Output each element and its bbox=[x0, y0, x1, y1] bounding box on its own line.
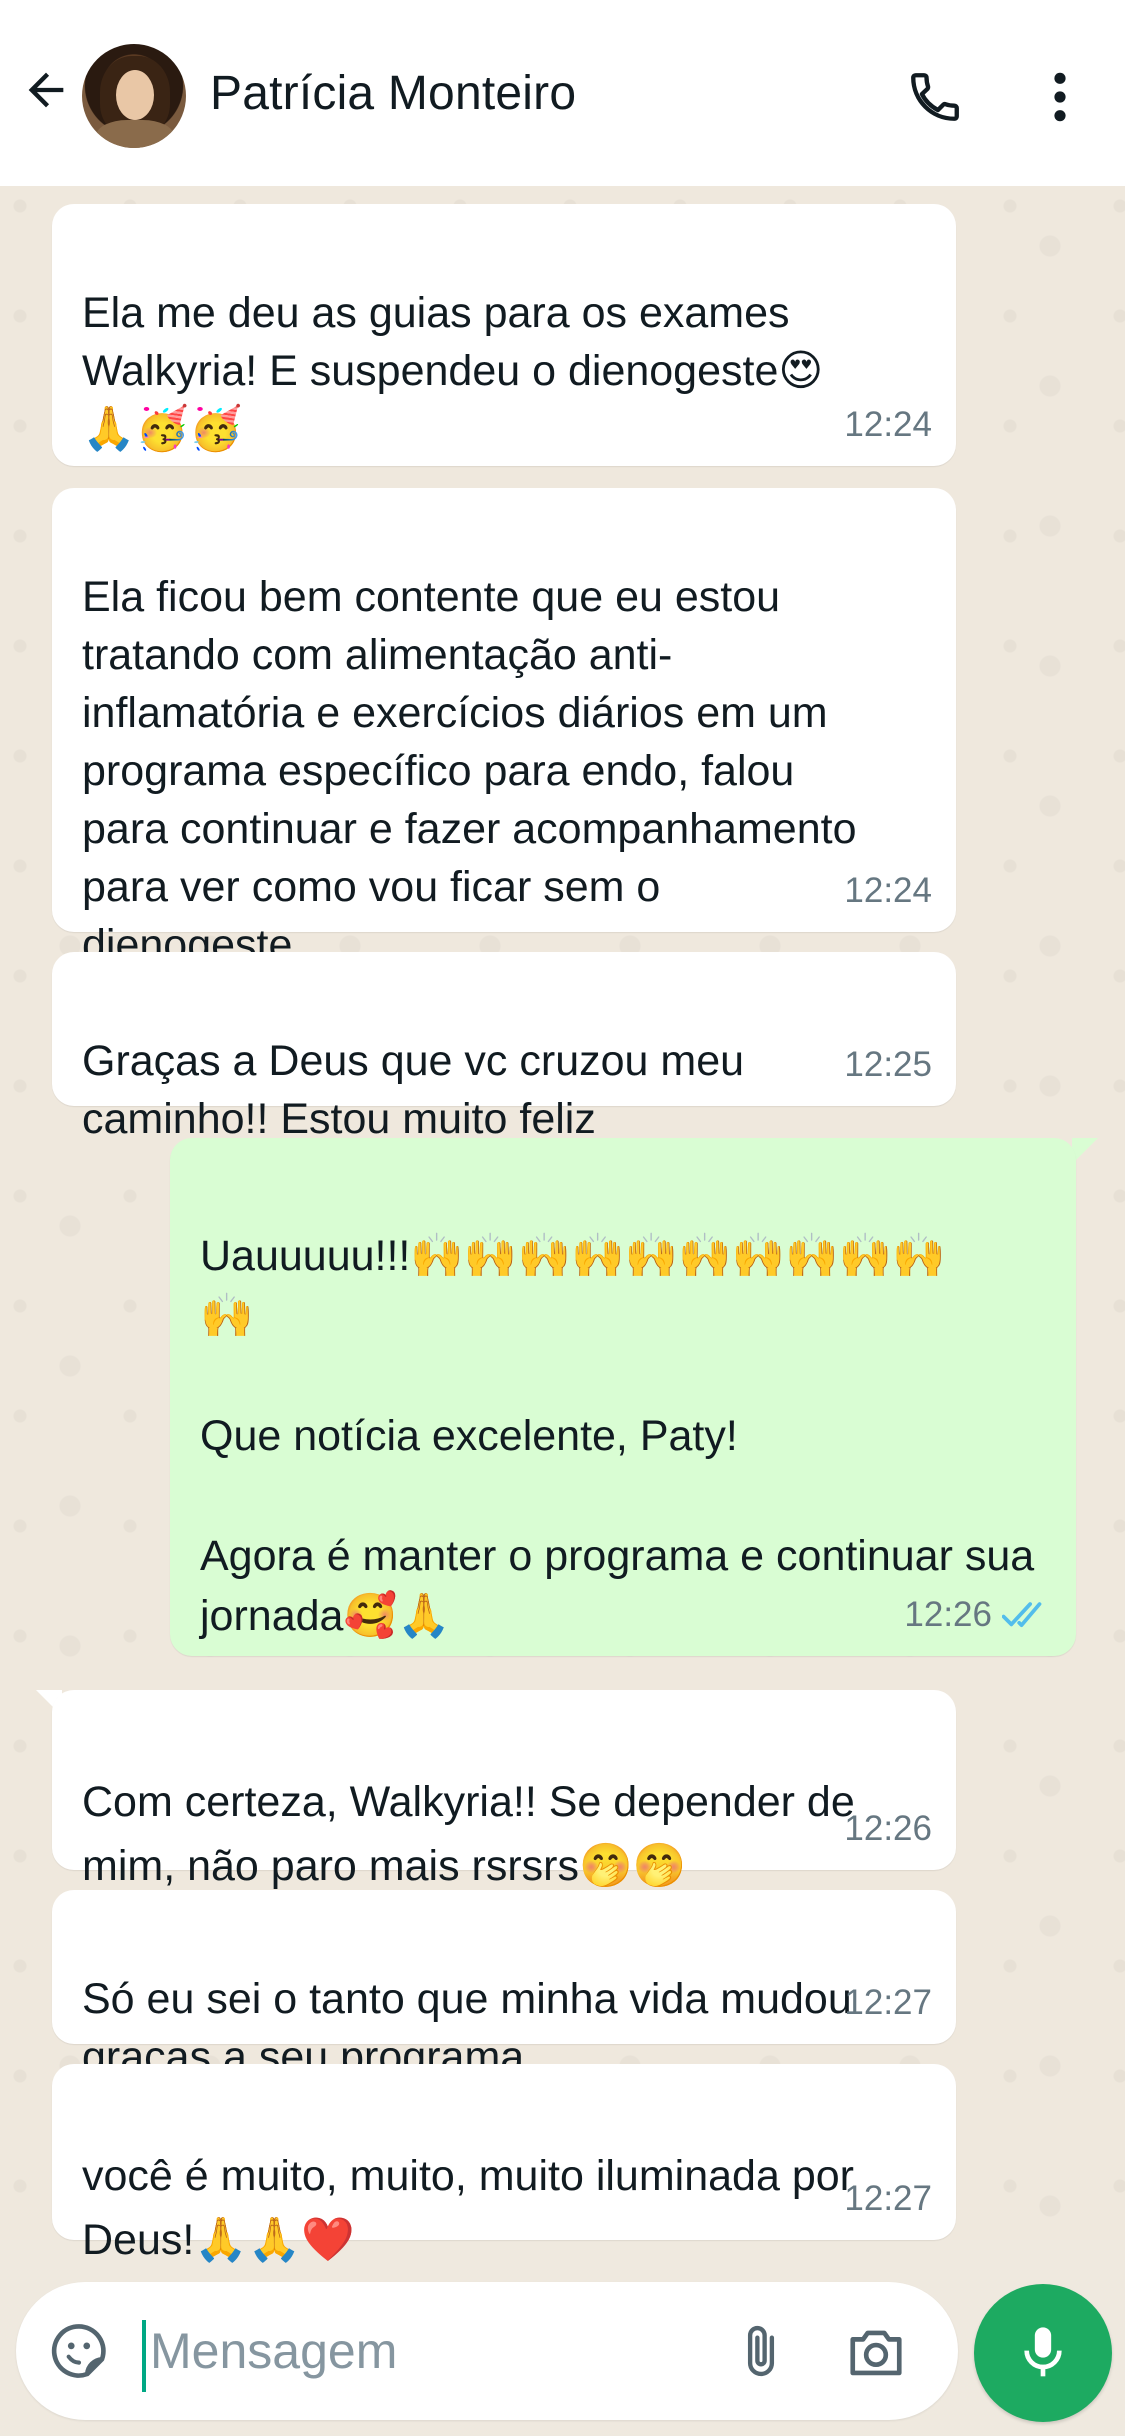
message-bubble-outgoing[interactable]: Uauuuuu!!!🙌🙌🙌🙌🙌🙌🙌🙌🙌🙌 🙌 Que notícia excel… bbox=[170, 1138, 1076, 1656]
paperclip-icon bbox=[747, 2325, 775, 2377]
avatar[interactable] bbox=[82, 44, 186, 148]
message-text: você é muito, muito, muito iluminada por… bbox=[82, 2152, 854, 2264]
message-composer bbox=[16, 2282, 958, 2420]
message-time: 12:27 bbox=[844, 2179, 932, 2218]
message-time: 12:25 bbox=[844, 1045, 932, 1084]
microphone-icon bbox=[1024, 2327, 1062, 2377]
message-bubble-incoming[interactable]: Ela me deu as guias para os exames Walky… bbox=[52, 204, 956, 466]
more-vertical-icon bbox=[1054, 72, 1066, 122]
message-time: 12:24 bbox=[844, 871, 932, 910]
message-text: Com certeza, Walkyria!! Se depender de m… bbox=[82, 1778, 855, 1890]
chat-header: Patrícia Monteiro bbox=[0, 0, 1125, 186]
voice-message-button[interactable] bbox=[974, 2284, 1112, 2422]
more-options-button[interactable] bbox=[1030, 62, 1090, 132]
message-time: 12:24 bbox=[844, 405, 932, 444]
message-time: 12:26 bbox=[844, 1809, 932, 1848]
camera-button[interactable] bbox=[836, 2316, 916, 2386]
message-bubble-incoming[interactable]: Só eu sei o tanto que minha vida mudou g… bbox=[52, 1890, 956, 2081]
message-bubble-incoming[interactable]: Com certeza, Walkyria!! Se depender de m… bbox=[52, 1690, 956, 1890]
message-bubble-incoming[interactable]: Ela ficou bem contente que eu estou trat… bbox=[52, 488, 956, 969]
text-cursor bbox=[142, 2320, 146, 2392]
message-bubble-incoming[interactable]: Graças a Deus que vc cruzou meu caminho!… bbox=[52, 952, 956, 1143]
sticker-button[interactable] bbox=[44, 2316, 114, 2386]
double-check-read-icon bbox=[1002, 1602, 1042, 1628]
sticker-icon bbox=[51, 2324, 106, 2378]
contact-name[interactable]: Patrícia Monteiro bbox=[210, 66, 576, 121]
message-text: Ela me deu as guias para os exames Walky… bbox=[82, 289, 824, 453]
message-bubble-incoming[interactable]: você é muito, muito, muito iluminada por… bbox=[52, 2064, 956, 2264]
attach-button[interactable] bbox=[726, 2316, 796, 2386]
message-text: Graças a Deus que vc cruzou meu caminho!… bbox=[82, 1037, 745, 1143]
message-text: Ela ficou bem contente que eu estou trat… bbox=[82, 573, 857, 969]
back-button[interactable] bbox=[14, 58, 78, 122]
phone-icon bbox=[911, 73, 959, 121]
message-text: Uauuuuu!!!🙌🙌🙌🙌🙌🙌🙌🙌🙌🙌 🙌 Que notícia excel… bbox=[200, 1232, 1035, 1640]
camera-icon bbox=[850, 2330, 902, 2376]
arrow-left-icon bbox=[28, 72, 64, 108]
message-input[interactable] bbox=[150, 2312, 710, 2390]
message-time: 12:27 bbox=[844, 1983, 932, 2022]
message-time: 12:26 bbox=[904, 1595, 992, 1634]
voice-call-button[interactable] bbox=[900, 62, 970, 132]
